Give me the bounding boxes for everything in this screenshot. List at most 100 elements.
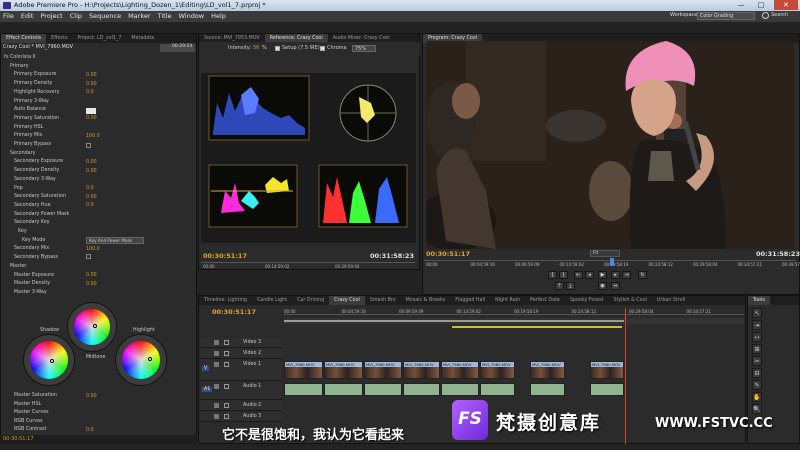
auto-balance-swatch[interactable] bbox=[86, 108, 96, 114]
audio-clip[interactable] bbox=[403, 383, 440, 396]
effect-property-value[interactable]: 0.0 bbox=[86, 428, 94, 433]
video-clip[interactable]: MVI_7960.MOV bbox=[480, 361, 515, 379]
set-in-button[interactable]: { bbox=[548, 271, 557, 279]
tab-project[interactable]: Project: LD_vol1_7 bbox=[72, 34, 126, 43]
effect-property-value[interactable]: 0.00 bbox=[86, 82, 97, 87]
rate-stretch-tool-icon[interactable]: ⊞ bbox=[752, 344, 762, 354]
extract-icon[interactable]: ⤓ bbox=[566, 282, 575, 290]
audio-clip[interactable] bbox=[530, 383, 565, 396]
workspace-dropdown[interactable]: Color Grading bbox=[697, 12, 755, 20]
audio-clip[interactable] bbox=[441, 383, 479, 396]
midtone-color-wheel[interactable] bbox=[68, 303, 116, 351]
menu-edit[interactable]: Edit bbox=[21, 11, 34, 22]
effect-property-value[interactable]: 0.0 bbox=[86, 186, 94, 191]
video-clip[interactable]: MVI_7960.MOV bbox=[403, 361, 440, 379]
tab-tools[interactable]: Tools bbox=[748, 296, 770, 305]
lock-icon[interactable] bbox=[224, 414, 229, 419]
shadow-color-wheel[interactable] bbox=[24, 335, 74, 385]
effect-property-value[interactable]: 0.0 bbox=[86, 203, 94, 208]
effect-property-value[interactable]: 100.0 bbox=[86, 134, 100, 139]
track-header-audio1[interactable]: A1 Audio 1 bbox=[200, 382, 282, 400]
search-icon[interactable] bbox=[762, 12, 769, 19]
audio-clip[interactable] bbox=[324, 383, 363, 396]
video-clip[interactable]: MVI_7960.MOV bbox=[324, 361, 363, 379]
audio-clip[interactable] bbox=[590, 383, 624, 396]
timeline-sequence-tab[interactable]: Stylish & Cool bbox=[609, 296, 652, 305]
work-area-range[interactable] bbox=[284, 320, 624, 322]
go-to-in-icon[interactable]: ⇤ bbox=[574, 271, 583, 279]
timeline-timecode[interactable]: 00:30:51:17 bbox=[212, 308, 256, 316]
timeline-sequence-tab[interactable]: Candle Light bbox=[252, 296, 292, 305]
razor-tool-icon[interactable]: ✂ bbox=[752, 356, 762, 366]
lock-icon[interactable] bbox=[224, 351, 229, 356]
audio-clip[interactable] bbox=[284, 383, 323, 396]
maximize-button[interactable]: □ bbox=[752, 0, 770, 10]
lock-icon[interactable] bbox=[224, 384, 229, 389]
timeline-sequence-tab[interactable]: Timeline: Lighting bbox=[199, 296, 252, 305]
zoom-dropdown[interactable]: 75% bbox=[352, 45, 376, 52]
selection-tool-icon[interactable]: ↖ bbox=[752, 308, 762, 318]
timeline-sequence-tab[interactable]: Urban Stroll bbox=[652, 296, 690, 305]
eye-icon[interactable] bbox=[214, 351, 219, 356]
tab-effect-controls[interactable]: Effect Controls bbox=[1, 34, 47, 43]
effect-property-value[interactable]: 100.0 bbox=[86, 247, 100, 252]
effect-property-value[interactable]: 0.00 bbox=[86, 195, 97, 200]
timeline-sequence-tab[interactable]: Spooky Forest bbox=[565, 296, 609, 305]
effect-property-value[interactable]: 0.00 bbox=[86, 394, 97, 399]
secondary-bypass-checkbox[interactable] bbox=[86, 254, 91, 259]
menu-title[interactable]: Title bbox=[158, 11, 172, 22]
speaker-icon[interactable] bbox=[214, 414, 219, 419]
go-to-out-icon[interactable]: ⇥ bbox=[622, 271, 631, 279]
track-header-audio2[interactable]: Audio 2 bbox=[200, 401, 282, 411]
video-clip[interactable]: MVI_7960.MOV bbox=[364, 361, 402, 379]
pen-tool-icon[interactable]: ✎ bbox=[752, 380, 762, 390]
effect-property-value[interactable]: 0.00 bbox=[86, 169, 97, 174]
lock-icon[interactable] bbox=[224, 340, 229, 345]
video-clip[interactable]: MVI_7960.MOV bbox=[441, 361, 479, 379]
timeline-playhead[interactable] bbox=[625, 308, 626, 444]
timeline-sequence-tab[interactable]: Perfect Date bbox=[525, 296, 565, 305]
effect-property-value[interactable]: 0.00 bbox=[86, 116, 97, 121]
menu-help[interactable]: Help bbox=[211, 11, 226, 22]
eye-icon[interactable] bbox=[214, 362, 219, 367]
menu-clip[interactable]: Clip bbox=[70, 11, 82, 22]
tab-effects[interactable]: Effects bbox=[46, 34, 72, 43]
source-patch-a1[interactable]: A1 bbox=[202, 387, 213, 392]
timeline-sequence-tab[interactable]: Mosaic & Breaks bbox=[401, 296, 451, 305]
hand-tool-icon[interactable]: ✋ bbox=[752, 392, 762, 402]
lift-icon[interactable]: ⤒ bbox=[555, 282, 564, 290]
timeline-sequence-tab[interactable]: Crazy Cool bbox=[329, 296, 365, 305]
program-timecode[interactable]: 00:30:51:17 bbox=[426, 250, 470, 258]
timeline-sequence-tab[interactable]: Night Rain bbox=[490, 296, 525, 305]
highlight-color-wheel[interactable] bbox=[116, 335, 166, 385]
video-clip[interactable]: MVI_7960.MOV bbox=[590, 361, 624, 379]
primary-bypass-checkbox[interactable] bbox=[86, 143, 91, 148]
set-out-button[interactable]: } bbox=[559, 271, 568, 279]
track-header-video1[interactable]: V Video 1 bbox=[200, 360, 282, 381]
search-label[interactable]: Search bbox=[771, 12, 788, 18]
video-clip[interactable]: MVI_7960.MOV bbox=[284, 361, 323, 379]
midtone-wheel-handle[interactable] bbox=[93, 324, 97, 328]
track-header-audio3[interactable]: Audio 3 bbox=[200, 412, 282, 422]
export-frame-icon[interactable]: ◉ bbox=[598, 282, 607, 290]
lock-icon[interactable] bbox=[224, 403, 229, 408]
effect-property-value[interactable]: 0.00 bbox=[86, 273, 97, 278]
menu-file[interactable]: File bbox=[3, 11, 14, 22]
timeline-sequence-tab[interactable]: Car Driving bbox=[292, 296, 329, 305]
play-icon[interactable]: ▶ bbox=[598, 271, 607, 279]
effect-property-value[interactable]: 0.00 bbox=[86, 282, 97, 287]
loop-icon[interactable]: ↻ bbox=[638, 271, 647, 279]
step-forward-icon[interactable]: ▸ bbox=[611, 271, 620, 279]
source-patch-v[interactable]: V bbox=[202, 366, 210, 371]
effect-property-value[interactable]: 0.00 bbox=[86, 73, 97, 78]
timeline-sequence-tab[interactable]: Flagged Hall bbox=[450, 296, 490, 305]
tab-metadata[interactable]: Metadata bbox=[126, 34, 159, 43]
track-header-video3[interactable]: Video 3 bbox=[200, 338, 282, 348]
program-playhead[interactable] bbox=[610, 258, 614, 266]
effect-controls-timecode[interactable]: 00:30:51:17 bbox=[3, 436, 34, 442]
track-select-tool-icon[interactable]: ⇥ bbox=[752, 320, 762, 330]
timeline-time-ruler[interactable]: 00:00 00:04:59:16 00:09:59:09 00:14:59:02 00… bbox=[284, 308, 744, 315]
slip-tool-icon[interactable]: ⊟ bbox=[752, 368, 762, 378]
video-clip[interactable]: MVI_7960.MOV bbox=[530, 361, 565, 379]
key-mode-dropdown[interactable]: Key And Power Mask bbox=[86, 237, 144, 244]
